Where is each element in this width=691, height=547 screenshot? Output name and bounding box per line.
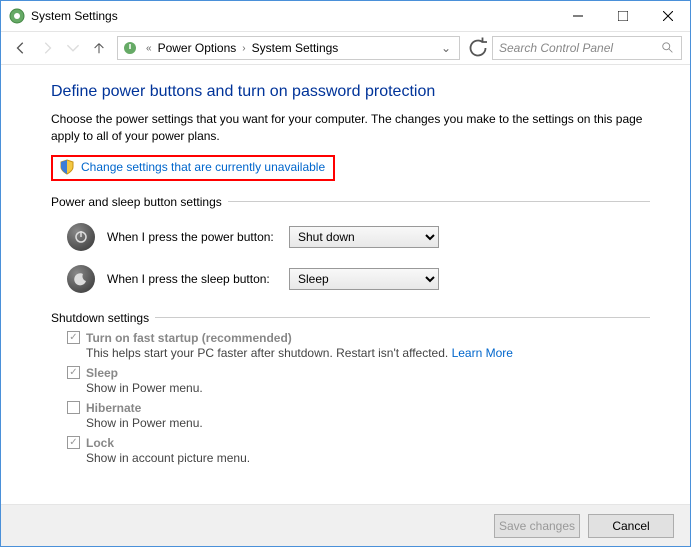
power-icon <box>67 223 95 251</box>
maximize-button[interactable] <box>600 1 645 31</box>
forward-button[interactable] <box>35 36 59 60</box>
sleep-icon <box>67 265 95 293</box>
hibernate-row: Hibernate Show in Power menu. <box>67 401 650 430</box>
change-settings-link[interactable]: Change settings that are currently unava… <box>81 160 325 174</box>
chevron-right-icon: › <box>238 43 249 54</box>
breadcrumb-item[interactable]: System Settings <box>250 41 341 55</box>
breadcrumb-item[interactable]: Power Options <box>156 41 239 55</box>
titlebar: System Settings <box>1 1 690 31</box>
save-button[interactable]: Save changes <box>494 514 580 538</box>
lock-checkbox <box>67 436 80 449</box>
hibernate-desc: Show in Power menu. <box>86 416 650 430</box>
shield-icon <box>59 159 75 175</box>
hibernate-label: Hibernate <box>86 401 141 415</box>
sleep-label: Sleep <box>86 366 118 380</box>
chevron-down-icon[interactable]: ⌄ <box>437 41 455 55</box>
power-button-label: When I press the power button: <box>107 230 277 244</box>
search-input[interactable]: Search Control Panel <box>492 36 682 60</box>
sleep-button-row: When I press the sleep button: Sleep <box>67 265 650 293</box>
search-icon <box>661 41 675 55</box>
control-panel-icon <box>9 8 25 24</box>
window-title: System Settings <box>31 9 555 23</box>
sleep-checkbox <box>67 366 80 379</box>
fast-startup-row: Turn on fast startup (recommended) This … <box>67 331 650 360</box>
page-title: Define power buttons and turn on passwor… <box>51 83 650 101</box>
content-area: Define power buttons and turn on passwor… <box>1 65 690 504</box>
search-placeholder: Search Control Panel <box>499 41 661 55</box>
fast-startup-desc: This helps start your PC faster after sh… <box>86 346 650 360</box>
page-description: Choose the power settings that you want … <box>51 111 650 145</box>
navbar: « Power Options › System Settings ⌄ Sear… <box>1 31 690 65</box>
minimize-button[interactable] <box>555 1 600 31</box>
power-options-icon <box>122 40 138 56</box>
section-header: Shutdown settings <box>51 311 650 325</box>
power-button-select[interactable]: Shut down <box>289 226 439 248</box>
up-button[interactable] <box>87 36 111 60</box>
lock-label: Lock <box>86 436 114 450</box>
cancel-button[interactable]: Cancel <box>588 514 674 538</box>
lock-row: Lock Show in account picture menu. <box>67 436 650 465</box>
footer: Save changes Cancel <box>1 504 690 546</box>
lock-desc: Show in account picture menu. <box>86 451 650 465</box>
back-button[interactable] <box>9 36 33 60</box>
close-button[interactable] <box>645 1 690 31</box>
section-header: Power and sleep button settings <box>51 195 650 209</box>
recent-dropdown[interactable] <box>61 36 85 60</box>
sleep-row: Sleep Show in Power menu. <box>67 366 650 395</box>
hibernate-checkbox <box>67 401 80 414</box>
breadcrumb[interactable]: « Power Options › System Settings ⌄ <box>117 36 460 60</box>
sleep-desc: Show in Power menu. <box>86 381 650 395</box>
fast-startup-label: Turn on fast startup (recommended) <box>86 331 292 345</box>
fast-startup-checkbox <box>67 331 80 344</box>
chevron-left-icon: « <box>142 43 156 54</box>
learn-more-link[interactable]: Learn More <box>452 346 513 360</box>
power-button-row: When I press the power button: Shut down <box>67 223 650 251</box>
highlighted-link-box: Change settings that are currently unava… <box>51 155 335 181</box>
refresh-button[interactable] <box>466 36 490 60</box>
sleep-button-label: When I press the sleep button: <box>107 272 277 286</box>
sleep-button-select[interactable]: Sleep <box>289 268 439 290</box>
